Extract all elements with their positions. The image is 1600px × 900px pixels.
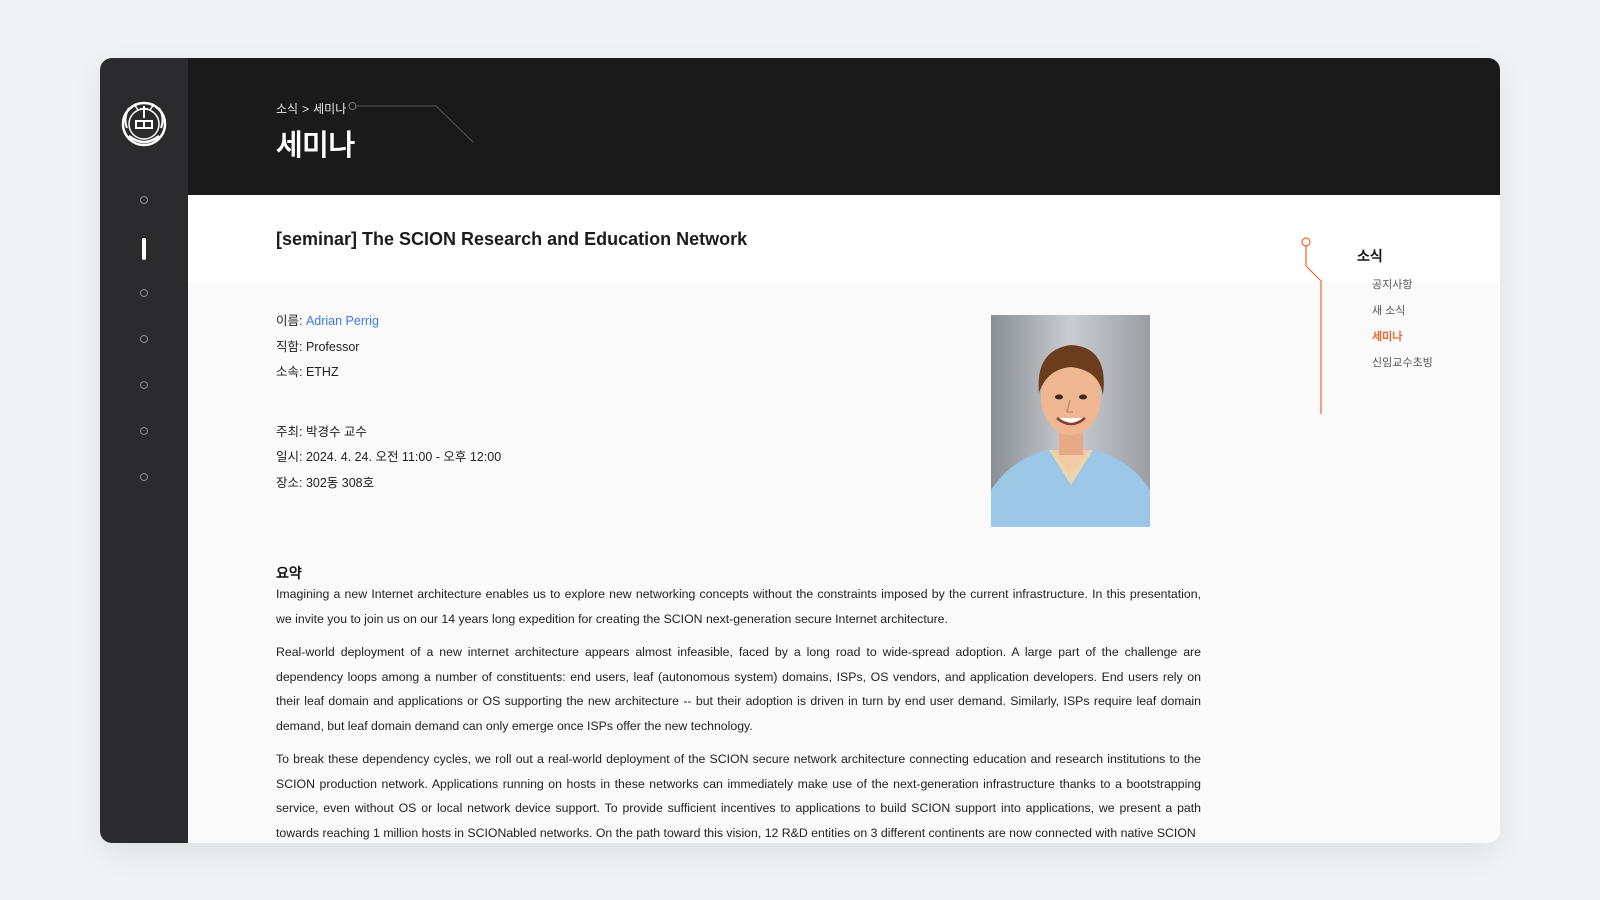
speaker-position-value: Professor (305, 339, 360, 354)
location-label: 장소: (276, 475, 306, 490)
rail-nav-active-indicator[interactable] (142, 238, 146, 260)
summary-paragraph: Real-world deployment of a new internet … (276, 645, 1201, 733)
speaker-position-row: 직함: Professor (276, 340, 501, 366)
page-header: 소식 > 세미나 세미나 (188, 58, 1500, 195)
rail-nav-dot-5[interactable] (140, 381, 148, 389)
summary-paragraph: To break these dependency cycles, we rol… (276, 752, 1201, 840)
seminar-info: 이름: Adrian Perrig 직함: Professor 소속: ETHZ… (276, 314, 501, 501)
breadcrumb-current: 세미나 (313, 102, 347, 116)
speaker-affiliation-label: 소속: (276, 365, 306, 379)
summary-heading: 요약 (276, 565, 302, 581)
speaker-affiliation-row: 소속: ETHZ (276, 365, 501, 391)
decorative-line-icon (348, 102, 474, 143)
side-nav-item-news[interactable]: 새 소식 (1372, 302, 1405, 318)
university-emblem-logo[interactable] (119, 98, 169, 150)
datetime-value: 2024. 4. 24. 오전 11:00 - 오후 12:00 (305, 450, 502, 464)
location-value: 302동 308호 (305, 475, 375, 490)
page-title: 세미나 (276, 130, 355, 162)
speaker-photo (991, 315, 1150, 527)
datetime-row: 일시: 2024. 4. 24. 오전 11:00 - 오후 12:00 (276, 450, 501, 476)
rail-nav-dot-7[interactable] (140, 473, 148, 481)
post-title: [seminar] The SCION Research and Educati… (276, 229, 748, 249)
side-nav-item-faculty-recruitment[interactable]: 신임교수초빙 (1372, 354, 1433, 370)
datetime-label: 일시: (276, 450, 306, 464)
rail-nav-dot-4[interactable] (140, 335, 148, 343)
rail-nav-dot-6[interactable] (140, 427, 148, 435)
side-nav-heading[interactable]: 소식 (1357, 246, 1383, 266)
speaker-affiliation-value: ETHZ (305, 365, 339, 379)
speaker-name-row: 이름: Adrian Perrig (276, 314, 501, 340)
speaker-position-label: 직함: (276, 339, 306, 354)
app-window: 소식 > 세미나 세미나 [seminar] The SCION Researc… (100, 58, 1500, 843)
summary-body: Imagining a new Internet architecture en… (276, 582, 1201, 843)
host-row: 주최: 박경수 교수 (276, 425, 501, 451)
host-value: 박경수 교수 (305, 424, 367, 439)
side-nav-item-notices[interactable]: 공지사항 (1372, 276, 1412, 292)
host-label: 주최: (276, 424, 306, 439)
speaker-name-label: 이름: (276, 314, 306, 328)
summary-paragraph: Imagining a new Internet architecture en… (276, 587, 1201, 626)
side-nav-line-icon (1301, 237, 1322, 414)
breadcrumb: 소식 > 세미나 (276, 100, 346, 117)
section-side-nav: 소식 공지사항 새 소식 세미나 신임교수초빙 (1300, 236, 1500, 416)
rail-nav-dot-1[interactable] (140, 196, 148, 204)
rail-nav-dot-3[interactable] (140, 289, 148, 297)
breadcrumb-parent[interactable]: 소식 (276, 100, 298, 117)
breadcrumb-separator: > (302, 101, 310, 116)
location-row: 장소: 302동 308호 (276, 476, 501, 502)
left-rail (100, 58, 188, 843)
side-nav-item-seminar[interactable]: 세미나 (1372, 328, 1402, 344)
speaker-name-link[interactable]: Adrian Perrig (306, 314, 379, 328)
